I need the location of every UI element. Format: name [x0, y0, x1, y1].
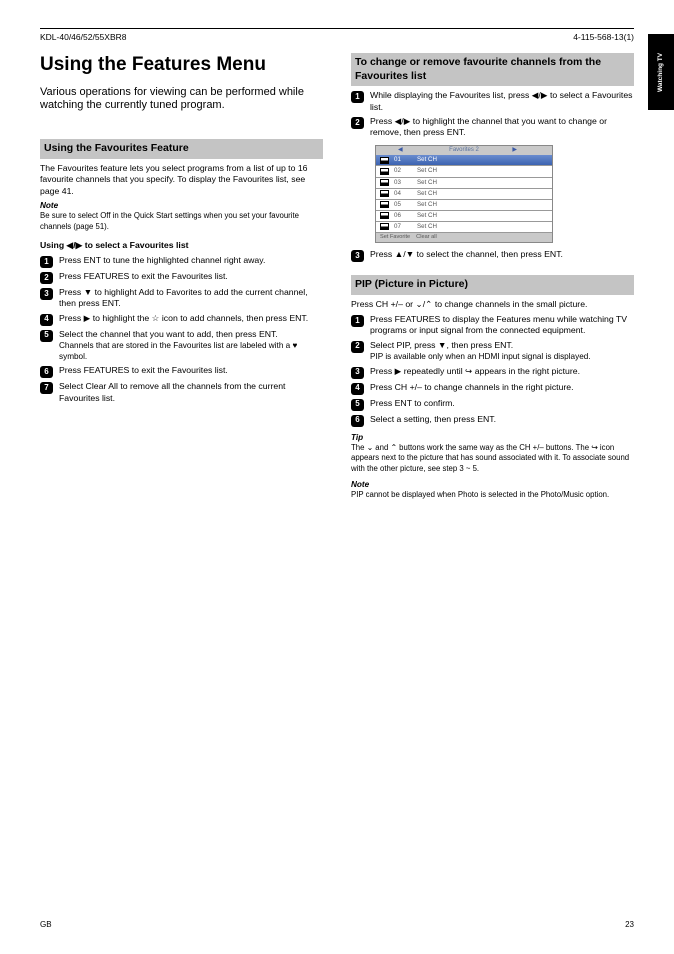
step-num: 5: [351, 399, 364, 411]
favourites-screen: ◀ Favorites 2 ▶ 01Set CH 02Set CH 03Set …: [375, 145, 553, 244]
step-num: 6: [40, 366, 53, 378]
step: Press FEATURES to exit the Favourites li…: [59, 271, 323, 282]
footer-right: 23: [625, 920, 634, 930]
channel-icon: [380, 201, 389, 208]
fav-row: 01Set CH: [376, 155, 552, 166]
note-label: Note: [40, 201, 323, 212]
note-body: PIP cannot be displayed when Photo is se…: [351, 490, 634, 500]
footer-left: GB: [40, 920, 52, 930]
step: Press ENT to confirm.: [370, 398, 634, 409]
step-num: 6: [351, 415, 364, 427]
step: Press ▲/▼ to select the channel, then pr…: [370, 249, 634, 260]
fav-screen-header: ◀ Favorites 2 ▶: [376, 146, 552, 156]
channel-icon: [380, 190, 389, 197]
step: Press ▶ repeatedly until ↪ appears in th…: [370, 366, 634, 377]
page-title: Using the Features Menu: [40, 53, 323, 78]
pip-heading: PIP (Picture in Picture): [351, 275, 634, 295]
step: Press ▶ to highlight the ☆ icon to add c…: [59, 313, 323, 324]
fav-row: 06Set CH: [376, 211, 552, 222]
page-header: KDL-40/46/52/55XBR8 4-115-568-13(1): [40, 28, 634, 43]
step: Select the channel that you want to add,…: [59, 329, 323, 363]
favourites-sub1: Using ◀/▶ to select a Favourites list: [40, 240, 323, 251]
step-num: 3: [351, 367, 364, 379]
step-num: 1: [351, 91, 364, 103]
pip-note: Note PIP cannot be displayed when Photo …: [351, 480, 634, 501]
step: Press ENT to tune the highlighted channe…: [59, 255, 323, 266]
channel-icon: [380, 179, 389, 186]
left-column: Using the Features Menu Various operatio…: [40, 53, 323, 500]
step: Press FEATURES to exit the Favourites li…: [59, 365, 323, 376]
step: Select a setting, then press ENT.: [370, 414, 634, 425]
step-num: 2: [351, 117, 364, 129]
step-num: 1: [351, 315, 364, 327]
step-num: 3: [40, 288, 53, 300]
side-tab-label: Watching TV: [648, 34, 674, 110]
step-num: 2: [351, 341, 364, 353]
page-footer: GB 23: [40, 920, 634, 930]
fav-row: 02Set CH: [376, 166, 552, 177]
step: Select Clear All to remove all the chann…: [59, 381, 323, 404]
step-num: 4: [40, 314, 53, 326]
right-arrow-icon: ▶: [512, 147, 517, 155]
note-body: Be sure to select Off in the Quick Start…: [40, 211, 323, 231]
favourites-heading: Using the Favourites Feature: [40, 139, 323, 159]
step: Press ▼ to highlight Add to Favorites to…: [59, 287, 323, 310]
step-num: 1: [40, 256, 53, 268]
channel-icon: [380, 223, 389, 230]
channel-icon: [380, 157, 389, 164]
step: While displaying the Favourites list, pr…: [370, 90, 634, 113]
page-subtitle: Various operations for viewing can be pe…: [40, 86, 323, 114]
header-right: 4-115-568-13(1): [573, 32, 634, 43]
step-num: 7: [40, 382, 53, 394]
fav-screen-footer: Set Favorite Clear all: [376, 233, 552, 242]
note-label: Note: [351, 480, 634, 491]
right-column: To change or remove favourite channels f…: [351, 53, 634, 500]
header-left: KDL-40/46/52/55XBR8: [40, 32, 126, 43]
left-arrow-icon: ◀: [398, 147, 403, 155]
tip-block: Tip The ⌄ and ⌃ buttons work the same wa…: [351, 433, 634, 474]
step: Press ◀/▶ to highlight the channel that …: [370, 116, 634, 139]
favourites-sub2: To change or remove favourite channels f…: [351, 53, 634, 86]
tip-label: Tip: [351, 433, 634, 444]
pip-intro: Press CH +/– or ⌄/⌃ to change channels i…: [351, 299, 634, 310]
fav-row: 05Set CH: [376, 200, 552, 211]
channel-icon: [380, 212, 389, 219]
step-num: 4: [351, 383, 364, 395]
tip-body: The ⌄ and ⌃ buttons work the same way as…: [351, 443, 634, 473]
step: Press FEATURES to display the Features m…: [370, 314, 634, 337]
step: Press CH +/– to change channels in the r…: [370, 382, 634, 393]
step-num: 3: [351, 250, 364, 262]
fav-row: 07Set CH: [376, 222, 552, 233]
fav-row: 04Set CH: [376, 189, 552, 200]
step: Select PIP, press ▼, then press ENT.PIP …: [370, 340, 634, 363]
step-num: 2: [40, 272, 53, 284]
channel-icon: [380, 168, 389, 175]
step-num: 5: [40, 330, 53, 342]
favourites-intro: The Favourites feature lets you select p…: [40, 163, 323, 197]
fav-row: 03Set CH: [376, 178, 552, 189]
